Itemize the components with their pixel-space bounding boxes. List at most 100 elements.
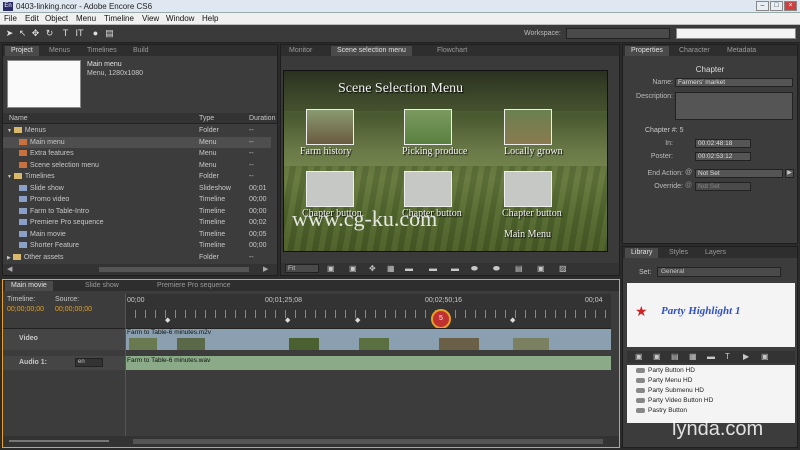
move-tool-icon[interactable]: ✥	[30, 28, 41, 39]
list-item[interactable]: ▼ Timelines Folder --	[3, 171, 271, 183]
zoom-slider[interactable]	[9, 440, 109, 442]
list-item[interactable]: Promo video Timeline 00;00	[3, 194, 271, 206]
menu-file[interactable]: File	[4, 14, 17, 23]
chapter-marker-icon[interactable]: ◆	[510, 316, 515, 324]
menu-button-main-menu[interactable]: Main Menu	[504, 229, 551, 240]
text-icon[interactable]: T	[725, 352, 730, 361]
menu-button-farm-history[interactable]: Farm history	[300, 146, 351, 157]
tab-character[interactable]: Character	[673, 46, 716, 56]
highlighted-chapter-marker[interactable]: 5	[431, 309, 451, 329]
tab-scene-selection-menu[interactable]: Scene selection menu	[331, 46, 412, 56]
close-button[interactable]: ×	[784, 1, 797, 11]
menu-view[interactable]: View	[142, 14, 159, 23]
vertical-text-tool-icon[interactable]: IT	[74, 28, 85, 39]
list-item[interactable]: Party Menu HD	[636, 376, 786, 386]
zoom-tool-icon[interactable]: ●	[90, 28, 101, 39]
poster-timecode[interactable]: 00:02:53:12	[695, 152, 751, 161]
audio-language-dropdown[interactable]: en	[75, 358, 103, 367]
tab-layers[interactable]: Layers	[699, 248, 732, 258]
chapter-marker-icon[interactable]: ◆	[355, 316, 360, 324]
audio-clip[interactable]: Farm to Table-6 minutes.wav	[125, 356, 611, 370]
name-field[interactable]: Farmers' market	[675, 78, 793, 87]
list-item[interactable]: Slide show Slideshow 00;01	[3, 183, 271, 195]
workspace-dropdown[interactable]	[566, 28, 670, 39]
tab-premiere-pro-sequence[interactable]: Premiere Pro sequence	[151, 281, 237, 291]
list-item[interactable]: Premiere Pro sequence Timeline 00;02	[3, 217, 271, 229]
pickwhip-icon[interactable]: @	[685, 182, 692, 189]
tab-library[interactable]: Library	[625, 248, 659, 258]
normal-state-icon[interactable]: ▬	[405, 264, 413, 273]
menu-timeline[interactable]: Timeline	[104, 14, 134, 23]
list-item[interactable]: Main movie Timeline 00;05	[3, 229, 271, 241]
rotate-tool-icon[interactable]: ↻	[44, 28, 55, 39]
col-name[interactable]: Name	[9, 115, 28, 122]
render-icon[interactable]: ▨	[559, 264, 567, 273]
tab-styles[interactable]: Styles	[663, 248, 694, 258]
motion-icon[interactable]: ▤	[515, 264, 523, 273]
list-item[interactable]: Main menu Menu --	[3, 136, 271, 148]
tab-metadata[interactable]: Metadata	[721, 46, 762, 56]
pickwhip-icon[interactable]: @	[685, 169, 692, 176]
safe-area-icon[interactable]: ▣	[327, 264, 335, 273]
preview-icon[interactable]: ⬬	[493, 264, 500, 274]
chapter-marker-icon[interactable]: ◆	[285, 316, 290, 324]
menu-edit[interactable]: Edit	[25, 14, 39, 23]
routing-icon[interactable]: ✥	[369, 264, 376, 273]
menu-button-chapter[interactable]: Chapter button	[502, 208, 562, 219]
list-item[interactable]: ▶ Other assets Folder --	[3, 252, 271, 264]
tab-main-movie[interactable]: Main movie	[5, 281, 53, 291]
col-duration[interactable]: Duration	[249, 115, 275, 122]
tab-build[interactable]: Build	[127, 46, 155, 56]
menu-button-picking-produce[interactable]: Picking produce	[402, 146, 467, 157]
image-icon[interactable]: ▣	[537, 264, 545, 273]
minimize-button[interactable]: –	[756, 1, 769, 11]
col-type[interactable]: Type	[199, 115, 214, 122]
time-ruler[interactable]: 00;00 00;01;25;08 00;02;50;16 00;04 ◆ ◆ …	[125, 294, 611, 329]
list-item[interactable]: Pastry Button	[636, 406, 786, 416]
tab-monitor[interactable]: Monitor	[283, 46, 318, 56]
search-input[interactable]	[676, 28, 796, 39]
new-item-icon[interactable]: ▣	[761, 352, 769, 361]
override-field[interactable]: Not Set	[695, 182, 751, 191]
tab-flowchart[interactable]: Flowchart	[431, 46, 473, 56]
list-item[interactable]: Scene selection menu Menu --	[3, 160, 271, 172]
timeline-scrollbar[interactable]	[133, 439, 603, 444]
scroll-left-icon[interactable]: ◀	[7, 265, 12, 273]
menu-menu[interactable]: Menu	[76, 14, 96, 23]
end-action-menu-icon[interactable]: ▶	[785, 169, 794, 178]
folder-icon[interactable]: ▬	[707, 352, 715, 361]
in-timecode[interactable]: 00:02:48:18	[695, 139, 751, 148]
menu-button-locally-grown[interactable]: Locally grown	[504, 146, 563, 157]
menu-object[interactable]: Object	[45, 14, 68, 23]
tab-project[interactable]: Project	[5, 46, 39, 56]
maximize-button[interactable]: □	[770, 1, 783, 11]
end-action-field[interactable]: Not Set	[695, 169, 783, 178]
list-item[interactable]: Extra features Menu --	[3, 148, 271, 160]
activated-state-icon[interactable]: ▬	[451, 264, 459, 273]
list-item[interactable]: Shorter Feature Timeline 00;00	[3, 240, 271, 252]
source-timecode[interactable]: 00;00;00;00	[55, 306, 92, 313]
button-filter-icon[interactable]: ▣	[653, 352, 661, 361]
list-item[interactable]: Farm to Table-Intro Timeline 00;00	[3, 206, 271, 218]
replace-icon[interactable]: ▦	[689, 352, 697, 361]
tab-slide-show[interactable]: Slide show	[79, 281, 125, 291]
video-clip[interactable]: Farm to Table-6 minutes.m2v	[125, 328, 611, 350]
preview-icon[interactable]: ⬬	[471, 264, 478, 274]
tab-timelines[interactable]: Timelines	[81, 46, 123, 56]
text-tool-icon[interactable]: T	[60, 28, 71, 39]
menu-filter-icon[interactable]: ▣	[635, 352, 643, 361]
direct-select-tool-icon[interactable]: ↖	[17, 28, 28, 39]
menu-canvas[interactable]: Scene Selection Menu Farm history Pickin…	[283, 70, 608, 252]
menu-window[interactable]: Window	[166, 14, 194, 23]
timeline-timecode[interactable]: 00;00;00;00	[7, 306, 44, 313]
chapter-marker-icon[interactable]: ◆	[165, 316, 170, 324]
image-filter-icon[interactable]: ▤	[671, 352, 679, 361]
tab-properties[interactable]: Properties	[625, 46, 669, 56]
playhead[interactable]	[125, 294, 126, 444]
description-field[interactable]	[675, 92, 793, 120]
set-dropdown[interactable]: General	[657, 267, 781, 277]
horizontal-scrollbar[interactable]	[99, 267, 249, 272]
tab-menus[interactable]: Menus	[43, 46, 76, 56]
selected-state-icon[interactable]: ▬	[429, 264, 437, 273]
list-item[interactable]: ▼ Menus Folder --	[3, 125, 271, 137]
